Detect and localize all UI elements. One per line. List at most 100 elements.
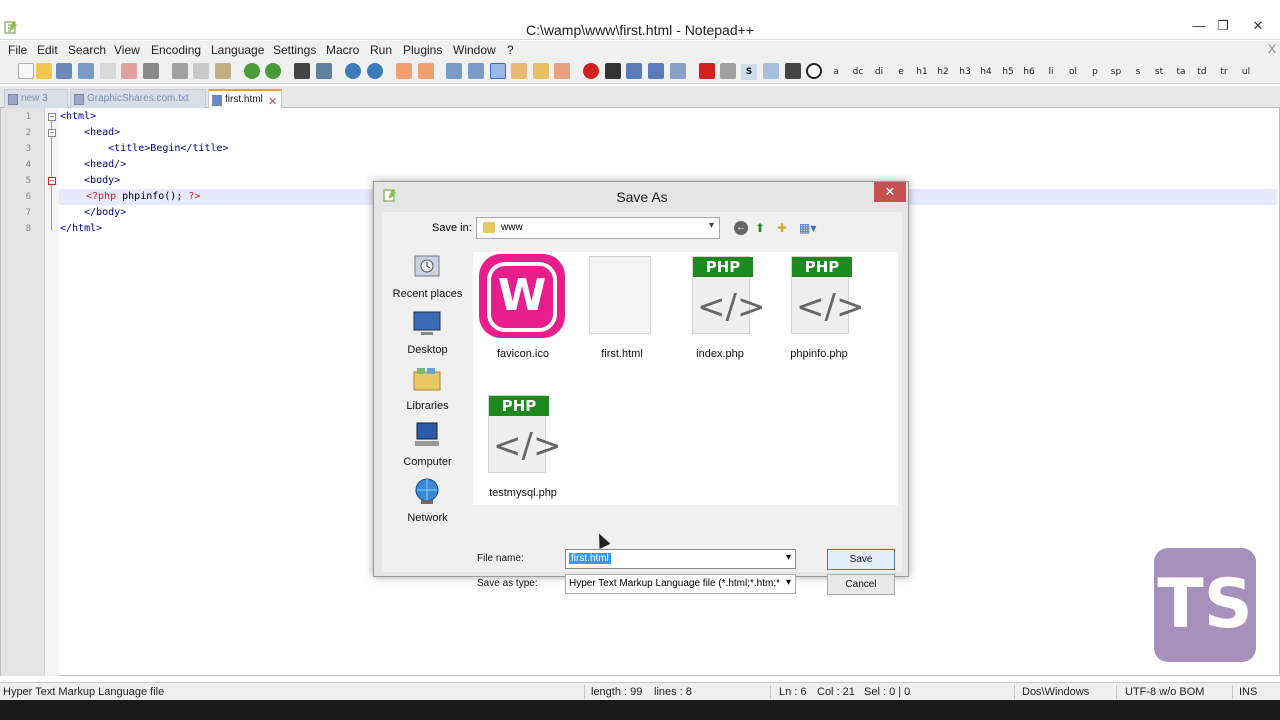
replace-icon[interactable] bbox=[316, 63, 332, 79]
place-libraries[interactable]: Libraries bbox=[382, 364, 473, 420]
new-folder-icon[interactable]: ✚ bbox=[777, 221, 787, 235]
cancel-button[interactable]: Cancel bbox=[827, 574, 895, 595]
code-line[interactable]: <head/> bbox=[60, 159, 126, 170]
code-line[interactable]: <title>Begin</title> bbox=[60, 143, 228, 154]
chevron-down-icon[interactable]: ▾ bbox=[786, 577, 791, 588]
file-item-favicon[interactable]: W favicon.ico bbox=[475, 252, 571, 362]
chevron-down-icon[interactable]: ▾ bbox=[786, 552, 791, 563]
menu-help[interactable]: ? bbox=[507, 43, 514, 57]
play-macro-icon[interactable] bbox=[626, 63, 642, 79]
file-item-phpinfo-php[interactable]: PHP </> phpinfo.php bbox=[771, 252, 867, 362]
tag-h5-button[interactable]: h5 bbox=[1000, 64, 1016, 80]
paste-icon[interactable] bbox=[215, 63, 231, 79]
menu-run[interactable]: Run bbox=[370, 43, 392, 57]
code-line[interactable]: </body> bbox=[60, 207, 126, 218]
file-item-index-php[interactable]: PHP </> index.php bbox=[672, 252, 768, 362]
stop-macro-icon[interactable] bbox=[605, 63, 621, 79]
back-icon[interactable]: ← bbox=[734, 221, 748, 235]
spell-check-icon[interactable] bbox=[699, 63, 715, 79]
tag-s-button[interactable]: s bbox=[1130, 64, 1146, 80]
menu-plugins[interactable]: Plugins bbox=[403, 43, 442, 57]
code-line-php[interactable]: <?php phpinfo(); ?> bbox=[86, 191, 200, 202]
tag-h4-button[interactable]: h4 bbox=[978, 64, 994, 80]
place-recent[interactable]: Recent places bbox=[382, 252, 473, 308]
tab-first-html[interactable]: first.html ✕ bbox=[208, 89, 282, 108]
tag-p-button[interactable]: p bbox=[1087, 64, 1103, 80]
doc-map-icon[interactable] bbox=[533, 63, 549, 79]
save-all-icon[interactable] bbox=[78, 63, 94, 79]
tag-h6-button[interactable]: h6 bbox=[1021, 64, 1037, 80]
tag-h1-button[interactable]: h1 bbox=[914, 64, 930, 80]
cut-icon[interactable] bbox=[172, 63, 188, 79]
zoom-out-icon[interactable] bbox=[367, 63, 383, 79]
menu-edit[interactable]: Edit bbox=[37, 43, 58, 57]
menu-encoding[interactable]: Encoding bbox=[151, 43, 201, 57]
s-button-icon[interactable]: S bbox=[741, 64, 757, 80]
window-close-button[interactable]: ✕ bbox=[1248, 18, 1268, 34]
fold-toggle-icon[interactable]: − bbox=[48, 113, 56, 121]
tag-sp-button[interactable]: sp bbox=[1108, 64, 1124, 80]
tag-di-button[interactable]: di bbox=[871, 64, 887, 80]
minimize-button[interactable]: — bbox=[1189, 18, 1209, 33]
tag-e-button[interactable]: e bbox=[893, 64, 909, 80]
show-all-chars-icon[interactable] bbox=[468, 63, 484, 79]
menu-language[interactable]: Language bbox=[211, 43, 264, 57]
close-all-icon[interactable] bbox=[121, 63, 137, 79]
indent-guide-icon[interactable] bbox=[490, 63, 506, 79]
copy-icon[interactable] bbox=[193, 63, 209, 79]
place-computer[interactable]: Computer bbox=[382, 420, 473, 476]
circle-icon[interactable] bbox=[806, 63, 822, 79]
menu-search[interactable]: Search bbox=[68, 43, 106, 57]
fold-toggle-icon[interactable]: − bbox=[48, 129, 56, 137]
new-file-icon[interactable] bbox=[18, 63, 34, 79]
file-item-first-html[interactable]: first.html bbox=[574, 252, 670, 362]
save-macro-icon[interactable] bbox=[670, 63, 686, 79]
place-desktop[interactable]: Desktop bbox=[382, 308, 473, 364]
up-folder-icon[interactable]: ⬆ bbox=[755, 221, 765, 235]
code-line[interactable]: <body> bbox=[60, 175, 120, 186]
tag-st-button[interactable]: st bbox=[1151, 64, 1167, 80]
a-tag-icon[interactable] bbox=[785, 63, 801, 79]
document-close-icon[interactable]: X bbox=[1268, 42, 1276, 56]
file-item-testmysql-php[interactable]: PHP </> testmysql.php bbox=[475, 391, 571, 501]
tab-graphicshares[interactable]: GraphicShares.com.txt bbox=[70, 89, 206, 108]
code-line[interactable]: <html> bbox=[60, 111, 96, 122]
print-icon[interactable] bbox=[143, 63, 159, 79]
save-as-type-select[interactable]: Hyper Text Markup Language file (*.html;… bbox=[565, 574, 796, 594]
tag-ta-button[interactable]: ta bbox=[1173, 64, 1189, 80]
save-button[interactable]: Save bbox=[827, 549, 895, 570]
tag-li-button[interactable]: li bbox=[1043, 64, 1059, 80]
tag-dc-button[interactable]: dc bbox=[850, 64, 866, 80]
tag-h3-button[interactable]: h3 bbox=[957, 64, 973, 80]
sync-horizontal-icon[interactable] bbox=[418, 63, 434, 79]
save-icon[interactable] bbox=[56, 63, 72, 79]
undo-icon[interactable] bbox=[244, 63, 260, 79]
restore-button[interactable]: ❐ bbox=[1213, 18, 1233, 34]
sync-vertical-icon[interactable] bbox=[396, 63, 412, 79]
code-line[interactable]: </html> bbox=[60, 223, 102, 234]
tab-new-3[interactable]: new 3 bbox=[4, 89, 68, 108]
function-list-icon[interactable] bbox=[554, 63, 570, 79]
tag-td-button[interactable]: td bbox=[1194, 64, 1210, 80]
tag-ul-button[interactable]: ul bbox=[1238, 64, 1254, 80]
open-file-icon[interactable] bbox=[36, 63, 52, 79]
user-defined-language-icon[interactable] bbox=[511, 63, 527, 79]
word-wrap-icon[interactable] bbox=[446, 63, 462, 79]
menu-view[interactable]: View bbox=[114, 43, 140, 57]
zoom-in-icon[interactable] bbox=[345, 63, 361, 79]
tag-ol-button[interactable]: ol bbox=[1065, 64, 1081, 80]
code-line[interactable]: <head> bbox=[60, 127, 120, 138]
close-file-icon[interactable] bbox=[100, 63, 116, 79]
view-menu-icon[interactable]: ▦▾ bbox=[799, 221, 816, 235]
menu-macro[interactable]: Macro bbox=[326, 43, 359, 57]
menu-window[interactable]: Window bbox=[453, 43, 496, 57]
dialog-close-button[interactable]: ✕ bbox=[874, 182, 906, 202]
fold-toggle-icon[interactable]: − bbox=[48, 177, 56, 185]
record-macro-icon[interactable] bbox=[583, 63, 599, 79]
menu-file[interactable]: File bbox=[8, 43, 27, 57]
html-tag-icon[interactable] bbox=[763, 63, 779, 79]
menu-settings[interactable]: Settings bbox=[273, 43, 316, 57]
redo-icon[interactable] bbox=[265, 63, 281, 79]
tag-tr-button[interactable]: tr bbox=[1216, 64, 1232, 80]
place-network[interactable]: Network bbox=[382, 476, 473, 532]
